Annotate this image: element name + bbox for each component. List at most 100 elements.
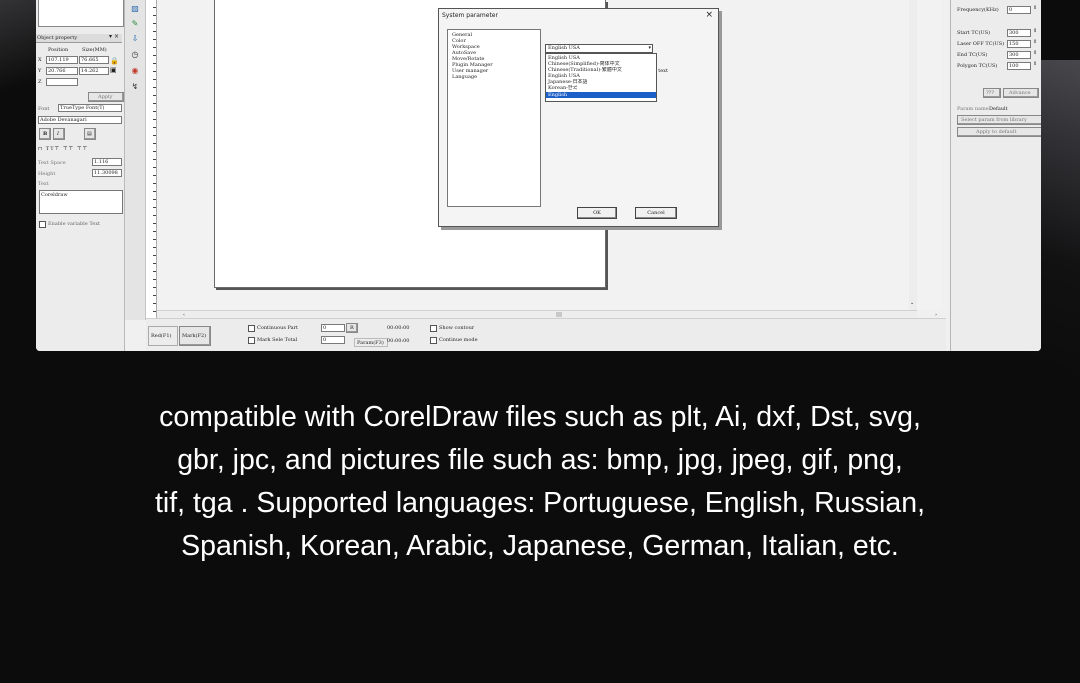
start-tc-spinner-icon[interactable]: ⇕ [1033, 28, 1037, 34]
advance-button[interactable]: Advance [1003, 88, 1039, 98]
x-label: X [38, 57, 42, 63]
frequency-input[interactable]: 0 [1007, 6, 1031, 14]
start-tc-label: Start TC(US) [957, 30, 991, 36]
elapsed-time: 00:00:00 [387, 325, 410, 331]
chevron-down-icon[interactable]: ▾ [648, 45, 651, 52]
param-name-value: Default [989, 106, 1008, 112]
save-font-button[interactable]: ▤ [84, 128, 96, 140]
polygon-tc-label: Polygon TC(US) [957, 63, 998, 69]
ok-button[interactable]: OK [577, 207, 617, 219]
width-input[interactable]: 76.665 [79, 56, 109, 64]
z-position-input[interactable] [46, 78, 78, 86]
continue-mode-checkbox[interactable] [430, 337, 437, 344]
tree-item-language[interactable]: Language [452, 74, 477, 80]
apply-to-default-button[interactable]: Apply to default [957, 127, 1041, 137]
enable-variable-text-checkbox[interactable] [39, 221, 46, 228]
polygon-tc-input[interactable]: 100 [1007, 62, 1031, 70]
image-icon[interactable]: ▨ [130, 4, 140, 14]
background-light-streak-left [0, 0, 40, 120]
apply-button-label: Apply [98, 94, 113, 100]
laser-off-tc-input[interactable]: 150 [1007, 40, 1031, 48]
end-tc-input[interactable]: 300 [1007, 51, 1031, 59]
end-tc-spinner-icon[interactable]: ⇕ [1033, 50, 1037, 56]
frequency-label: Frequency(KHz) [957, 7, 999, 13]
position-header: Position [48, 47, 69, 53]
font-type-value: TrueType Font(T) [60, 105, 105, 111]
io-icon[interactable]: ↯ [130, 82, 140, 92]
scroll-down-icon[interactable]: ⌄ [910, 300, 914, 306]
reset-part-label: R [350, 325, 354, 331]
text-label: Text [38, 181, 49, 187]
height-input[interactable]: 14.262 [79, 67, 109, 75]
language-option-selected[interactable]: English [546, 92, 656, 98]
y-label: Y [38, 68, 42, 74]
mark-button[interactable]: Mark(F2) [179, 326, 211, 346]
vertical-scrollbar[interactable]: ⌄ [909, 0, 917, 310]
frequency-value: 0 [1009, 7, 1013, 13]
settings-tree: General Color Workspace AutoSave Move/Ro… [447, 29, 541, 207]
mark-control-bar: Red(F1) Mark(F2) Continuous Part 0 R Mar… [146, 318, 946, 351]
height-input-field[interactable]: 11.30098 [92, 169, 122, 177]
apply-button[interactable]: Apply [88, 92, 124, 102]
part-count-input[interactable]: 0 [321, 324, 345, 332]
cancel-button[interactable]: Cancel [635, 207, 677, 219]
mark-parameter-panel: Frequency(KHz) 0 ⇕ Start TC(US) 300 ⇕ La… [950, 0, 1041, 351]
time-icon[interactable]: ◷ [130, 50, 140, 60]
object-list[interactable] [38, 0, 124, 27]
caption-line-1: compatible with CorelDraw files such as … [159, 401, 921, 433]
select-param-library-button[interactable]: Select param from library [957, 115, 1041, 125]
scale-icon[interactable]: ▣ [110, 66, 117, 74]
param-name-label: Param name [957, 106, 989, 112]
vector-icon[interactable]: ✎ [130, 19, 140, 29]
feature-caption: compatible with CorelDraw files such as … [40, 396, 1040, 568]
language-select[interactable]: English USA ▾ [545, 44, 653, 53]
mark-selected-checkbox[interactable] [248, 337, 255, 344]
align-icons[interactable]: ⊓ TT⊤ ⊤⊤ ⊤⊤ [38, 146, 88, 152]
software-screenshot: Object property ▾ × Position Size(MM) X … [36, 0, 1041, 351]
object-property-panel: Object property ▾ × Position Size(MM) X … [36, 0, 125, 351]
param-button[interactable]: Param(F3) [354, 338, 388, 347]
reset-button[interactable]: ??? [983, 88, 1001, 98]
italic-button[interactable]: I [53, 128, 65, 140]
size-header: Size(MM) [82, 47, 107, 53]
polygon-tc-spinner-icon[interactable]: ⇕ [1033, 61, 1037, 67]
show-contour-label: Show contour [439, 325, 475, 331]
advance-button-label: Advance [1009, 90, 1031, 96]
scroll-thumb[interactable] [556, 312, 562, 317]
red-button[interactable]: Red(F1) [148, 326, 178, 346]
lock-icon[interactable]: 🔒 [110, 57, 119, 65]
close-icon[interactable]: × [705, 10, 713, 20]
pin-icon[interactable]: ▾ × [109, 34, 119, 40]
text-space-input[interactable]: 1.116 [92, 158, 122, 166]
bold-button[interactable]: B [39, 128, 51, 140]
total-time: 00:00:00 [387, 338, 410, 344]
start-tc-input[interactable]: 300 [1007, 29, 1031, 37]
laser-off-tc-spinner-icon[interactable]: ⇕ [1033, 39, 1037, 45]
reset-part-button[interactable]: R [346, 323, 358, 333]
x-position-input[interactable]: 107.119 [46, 56, 78, 64]
end-tc-value: 300 [1009, 52, 1019, 58]
mark-selected-total-label: Mark Sele Total [257, 337, 298, 343]
total-input[interactable]: 0 [321, 336, 345, 344]
enable-variable-text-label: Enable variable Text [48, 221, 101, 227]
caption-line-3: tif, tga . Supported languages: Portugue… [155, 487, 925, 519]
dialog-title: System parameter [442, 12, 498, 19]
import-icon[interactable]: ⇩ [130, 34, 140, 44]
font-type-select[interactable]: TrueType Font(T) [58, 104, 122, 112]
object-property-title: Object property [37, 35, 78, 41]
font-name-value: Adobe Devanagari [40, 117, 87, 123]
caption-line-4: Spanish, Korean, Arabic, Japanese, Germa… [181, 530, 899, 562]
y-position-input[interactable]: 20.766 [46, 67, 78, 75]
width-value: 76.665 [81, 57, 99, 63]
text-content-input[interactable]: Coreldraw [39, 190, 123, 214]
font-name-select[interactable]: Adobe Devanagari [38, 116, 122, 124]
show-contour-checkbox[interactable] [430, 325, 437, 332]
language-option[interactable]: Korean-한국 [546, 85, 656, 91]
height-size-value: 14.262 [81, 68, 99, 74]
frequency-spinner-icon[interactable]: ⇕ [1033, 5, 1037, 11]
text-space-value: 1.116 [94, 159, 109, 165]
continuous-part-checkbox[interactable] [248, 325, 255, 332]
start-tc-value: 300 [1009, 30, 1019, 36]
record-icon[interactable]: ◉ [130, 66, 140, 76]
reset-button-label: ??? [986, 90, 995, 96]
